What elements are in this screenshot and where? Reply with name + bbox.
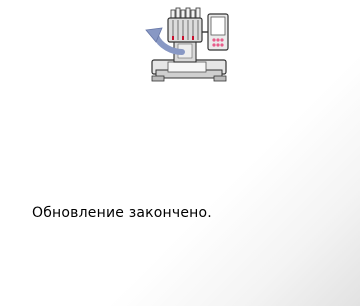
update-complete-message: Обновление закончено. [32, 205, 212, 221]
update-complete-screen: Обновление закончено. [0, 0, 360, 306]
embroidery-machine-icon [145, 7, 229, 82]
